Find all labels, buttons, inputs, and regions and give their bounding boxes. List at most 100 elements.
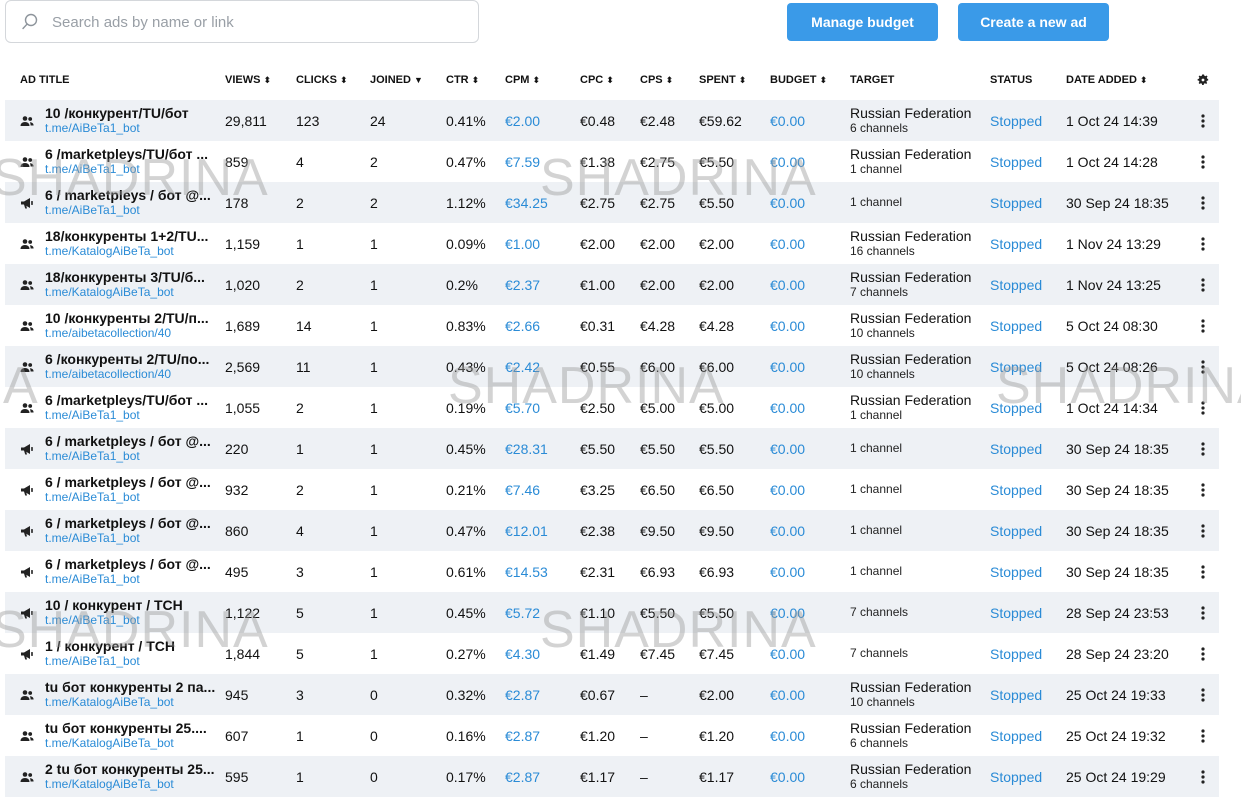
status-value[interactable]: Stopped <box>990 387 1066 428</box>
row-menu-cell[interactable] <box>1186 305 1219 346</box>
ad-title[interactable]: 10 / конкурент / ТСН <box>45 598 183 613</box>
table-row[interactable]: 18/конкуренты 1+2/TU... t.me/KatalogAiBe… <box>5 223 1219 264</box>
status-value[interactable]: Stopped <box>990 469 1066 510</box>
cpm-value[interactable]: €2.66 <box>505 305 580 346</box>
status-value[interactable]: Stopped <box>990 674 1066 715</box>
more-vertical-icon[interactable] <box>1195 768 1211 786</box>
cpm-value[interactable]: €2.42 <box>505 346 580 387</box>
cpm-value[interactable]: €7.59 <box>505 141 580 182</box>
status-value[interactable]: Stopped <box>990 223 1066 264</box>
budget-value[interactable]: €0.00 <box>770 100 850 141</box>
ad-title[interactable]: tu бот конкуренты 25.... <box>45 721 207 736</box>
col-joined[interactable]: JOINED ▼ <box>370 60 446 100</box>
cpm-value[interactable]: €2.37 <box>505 264 580 305</box>
row-menu-cell[interactable] <box>1186 551 1219 592</box>
col-date-added[interactable]: DATE ADDED ⬍ <box>1066 60 1186 100</box>
table-row[interactable]: 10 /конкуренты 2/TU/п... t.me/aibetacoll… <box>5 305 1219 346</box>
ad-link[interactable]: t.me/AiBeTa1_bot <box>45 121 189 136</box>
more-vertical-icon[interactable] <box>1195 686 1211 704</box>
ad-title[interactable]: 1 / конкурент / ТСН <box>45 639 175 654</box>
budget-value[interactable]: €0.00 <box>770 715 850 756</box>
budget-value[interactable]: €0.00 <box>770 305 850 346</box>
status-value[interactable]: Stopped <box>990 182 1066 223</box>
budget-value[interactable]: €0.00 <box>770 592 850 633</box>
status-value[interactable]: Stopped <box>990 551 1066 592</box>
status-value[interactable]: Stopped <box>990 592 1066 633</box>
gear-icon[interactable] <box>1196 73 1210 87</box>
budget-value[interactable]: €0.00 <box>770 141 850 182</box>
cpm-value[interactable]: €5.72 <box>505 592 580 633</box>
cpm-value[interactable]: €1.00 <box>505 223 580 264</box>
ad-link[interactable]: t.me/aibetacollection/40 <box>45 367 209 382</box>
status-value[interactable]: Stopped <box>990 264 1066 305</box>
status-value[interactable]: Stopped <box>990 428 1066 469</box>
ad-title[interactable]: 18/конкуренты 1+2/TU... <box>45 229 208 244</box>
ad-link[interactable]: t.me/AiBeTa1_bot <box>45 490 211 505</box>
ad-link[interactable]: t.me/AiBeTa1_bot <box>45 613 183 628</box>
status-value[interactable]: Stopped <box>990 715 1066 756</box>
search-input[interactable] <box>52 9 462 35</box>
budget-value[interactable]: €0.00 <box>770 346 850 387</box>
more-vertical-icon[interactable] <box>1195 153 1211 171</box>
ad-title[interactable]: 6 /marketpleys/TU/бот ... <box>45 147 208 162</box>
row-menu-cell[interactable] <box>1186 510 1219 551</box>
row-menu-cell[interactable] <box>1186 387 1219 428</box>
table-row[interactable]: 1 / конкурент / ТСН t.me/AiBeTa1_bot 1,8… <box>5 633 1219 674</box>
more-vertical-icon[interactable] <box>1195 604 1211 622</box>
ad-title[interactable]: 18/конкуренты 3/TU/б... <box>45 270 205 285</box>
row-menu-cell[interactable] <box>1186 715 1219 756</box>
table-row[interactable]: 6 / marketpleys / бот @... t.me/AiBeTa1_… <box>5 510 1219 551</box>
status-value[interactable]: Stopped <box>990 141 1066 182</box>
ad-title[interactable]: 10 /конкуренты 2/TU/п... <box>45 311 209 326</box>
cpm-value[interactable]: €28.31 <box>505 428 580 469</box>
table-row[interactable]: 6 /marketpleys/TU/бот ... t.me/AiBeTa1_b… <box>5 141 1219 182</box>
row-menu-cell[interactable] <box>1186 264 1219 305</box>
create-ad-button[interactable]: Create a new ad <box>958 3 1109 41</box>
table-row[interactable]: tu бот конкуренты 2 па... t.me/KatalogAi… <box>5 674 1219 715</box>
col-cpm[interactable]: CPM ⬍ <box>505 60 580 100</box>
more-vertical-icon[interactable] <box>1195 727 1211 745</box>
table-row[interactable]: 10 /конкурент/TU/бот t.me/AiBeTa1_bot 29… <box>5 100 1219 141</box>
more-vertical-icon[interactable] <box>1195 645 1211 663</box>
col-cpc[interactable]: CPC ⬍ <box>580 60 640 100</box>
ad-link[interactable]: t.me/AiBeTa1_bot <box>45 654 175 669</box>
budget-value[interactable]: €0.00 <box>770 469 850 510</box>
row-menu-cell[interactable] <box>1186 141 1219 182</box>
status-value[interactable]: Stopped <box>990 346 1066 387</box>
more-vertical-icon[interactable] <box>1195 235 1211 253</box>
budget-value[interactable]: €0.00 <box>770 633 850 674</box>
cpm-value[interactable]: €2.87 <box>505 674 580 715</box>
table-row[interactable]: 6 / marketpleys / бот @... t.me/AiBeTa1_… <box>5 428 1219 469</box>
more-vertical-icon[interactable] <box>1195 563 1211 581</box>
search-box[interactable] <box>5 0 479 43</box>
row-menu-cell[interactable] <box>1186 346 1219 387</box>
ad-title[interactable]: 2 tu бот конкуренты 25... <box>45 762 215 777</box>
more-vertical-icon[interactable] <box>1195 358 1211 376</box>
col-spent[interactable]: SPENT ⬍ <box>699 60 770 100</box>
more-vertical-icon[interactable] <box>1195 194 1211 212</box>
table-row[interactable]: tu бот конкуренты 25.... t.me/KatalogAiB… <box>5 715 1219 756</box>
row-menu-cell[interactable] <box>1186 633 1219 674</box>
budget-value[interactable]: €0.00 <box>770 264 850 305</box>
ad-link[interactable]: t.me/KatalogAiBeTa_bot <box>45 695 215 710</box>
cpm-value[interactable]: €2.87 <box>505 756 580 797</box>
cpm-value[interactable]: €12.01 <box>505 510 580 551</box>
row-menu-cell[interactable] <box>1186 469 1219 510</box>
ad-title[interactable]: 6 / marketpleys / бот @... <box>45 434 211 449</box>
cpm-value[interactable]: €2.87 <box>505 715 580 756</box>
more-vertical-icon[interactable] <box>1195 317 1211 335</box>
budget-value[interactable]: €0.00 <box>770 756 850 797</box>
cpm-value[interactable]: €4.30 <box>505 633 580 674</box>
status-value[interactable]: Stopped <box>990 633 1066 674</box>
status-value[interactable]: Stopped <box>990 305 1066 346</box>
ad-link[interactable]: t.me/AiBeTa1_bot <box>45 531 211 546</box>
row-menu-cell[interactable] <box>1186 182 1219 223</box>
ad-link[interactable]: t.me/AiBeTa1_bot <box>45 203 211 218</box>
budget-value[interactable]: €0.00 <box>770 551 850 592</box>
table-row[interactable]: 10 / конкурент / ТСН t.me/AiBeTa1_bot 1,… <box>5 592 1219 633</box>
more-vertical-icon[interactable] <box>1195 481 1211 499</box>
budget-value[interactable]: €0.00 <box>770 674 850 715</box>
budget-value[interactable]: €0.00 <box>770 182 850 223</box>
ad-title[interactable]: 6 /конкуренты 2/TU/по... <box>45 352 209 367</box>
row-menu-cell[interactable] <box>1186 674 1219 715</box>
